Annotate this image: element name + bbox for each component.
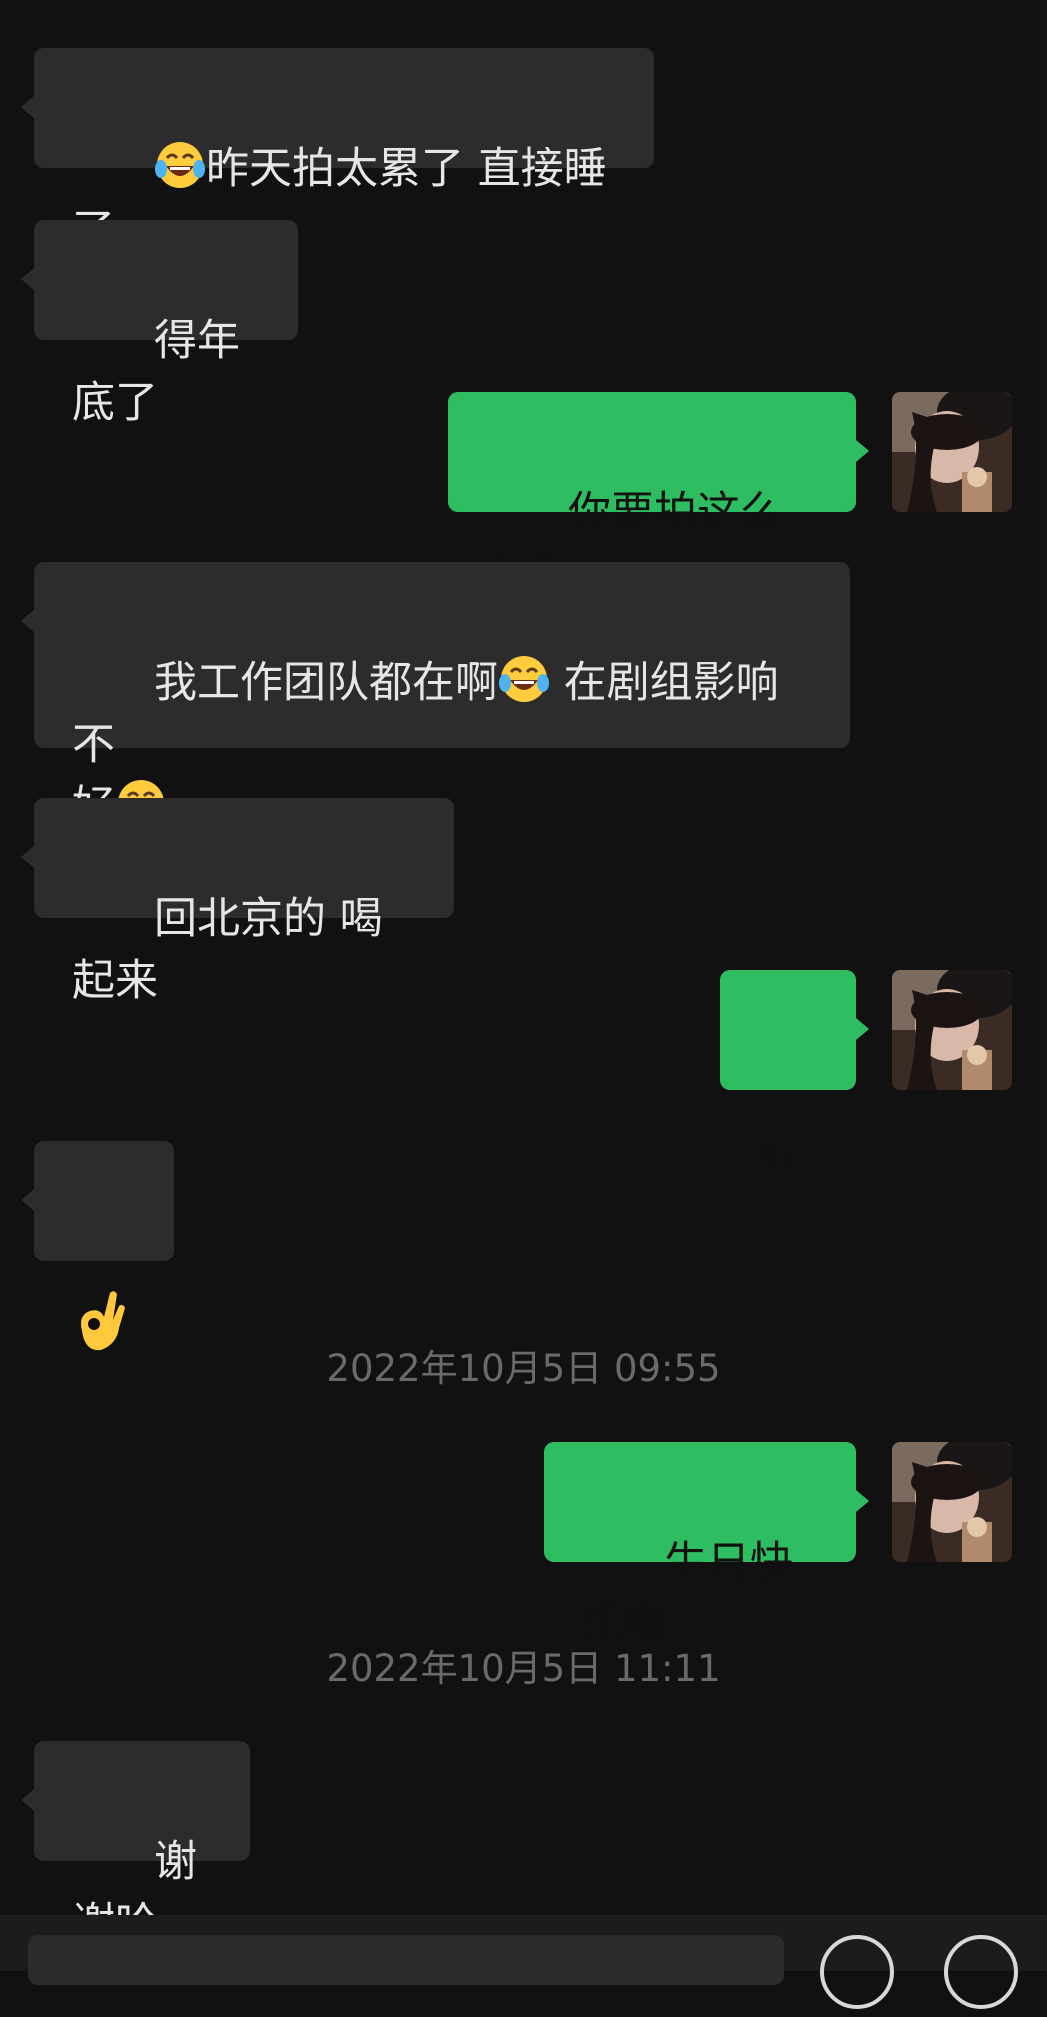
message-text: 得年底了 bbox=[72, 316, 241, 428]
message-text: 回北京的 喝起来 bbox=[72, 894, 383, 1006]
message-bubble[interactable]: 好 bbox=[720, 970, 856, 1178]
avatar-image bbox=[892, 392, 1012, 512]
laugh-cry-emoji-icon bbox=[154, 139, 206, 191]
user-avatar[interactable] bbox=[892, 970, 1012, 1090]
message-bubble[interactable]: 你要拍这么久啊 bbox=[448, 392, 856, 600]
more-button[interactable] bbox=[944, 1935, 1018, 2009]
bubble-tail bbox=[21, 846, 34, 868]
laugh-cry-emoji-icon bbox=[498, 653, 550, 705]
message-input[interactable] bbox=[28, 1935, 784, 1985]
message-bubble[interactable]: 昨天拍太累了 直接睡了 bbox=[34, 48, 654, 256]
bubble-tail bbox=[21, 610, 34, 632]
message-bubble[interactable]: 我工作团队都在啊 在剧组影响不好 bbox=[34, 562, 850, 832]
timestamp: 2022年10月5日 09:55 bbox=[326, 1347, 721, 1390]
bubble-tail bbox=[21, 96, 34, 118]
bubble-tail bbox=[21, 1789, 34, 1811]
emoji-button[interactable] bbox=[820, 1935, 894, 2009]
input-bar bbox=[0, 1915, 1047, 2009]
message-text: 我工作团队都在啊 bbox=[154, 658, 499, 708]
avatar-image bbox=[892, 1442, 1012, 1562]
avatar-image bbox=[892, 970, 1012, 1090]
user-avatar[interactable] bbox=[892, 392, 1012, 512]
message-text: 生日快乐啦 bbox=[582, 1538, 794, 1650]
bubble-tail bbox=[856, 440, 869, 462]
bubble-tail bbox=[21, 268, 34, 290]
message-bubble[interactable]: 生日快乐啦 bbox=[544, 1442, 856, 1650]
message-bubble[interactable] bbox=[34, 1141, 174, 1351]
message-bubble[interactable]: 得年底了 bbox=[34, 220, 298, 428]
message-text: 好 bbox=[758, 1128, 801, 1178]
user-avatar[interactable] bbox=[892, 1442, 1012, 1562]
bubble-tail bbox=[856, 1490, 869, 1512]
chat-area[interactable]: 昨天拍太累了 直接睡了 得年底了 你要拍这么久啊 我工作团队都在啊 在剧组影响不… bbox=[0, 0, 1047, 1949]
message-bubble[interactable]: 谢谢哈 bbox=[34, 1741, 250, 1949]
message-bubble[interactable]: 回北京的 喝起来 bbox=[34, 798, 454, 1006]
bubble-tail bbox=[856, 1018, 869, 1040]
bubble-tail bbox=[21, 1189, 34, 1211]
timestamp: 2022年10月5日 11:11 bbox=[326, 1647, 721, 1690]
